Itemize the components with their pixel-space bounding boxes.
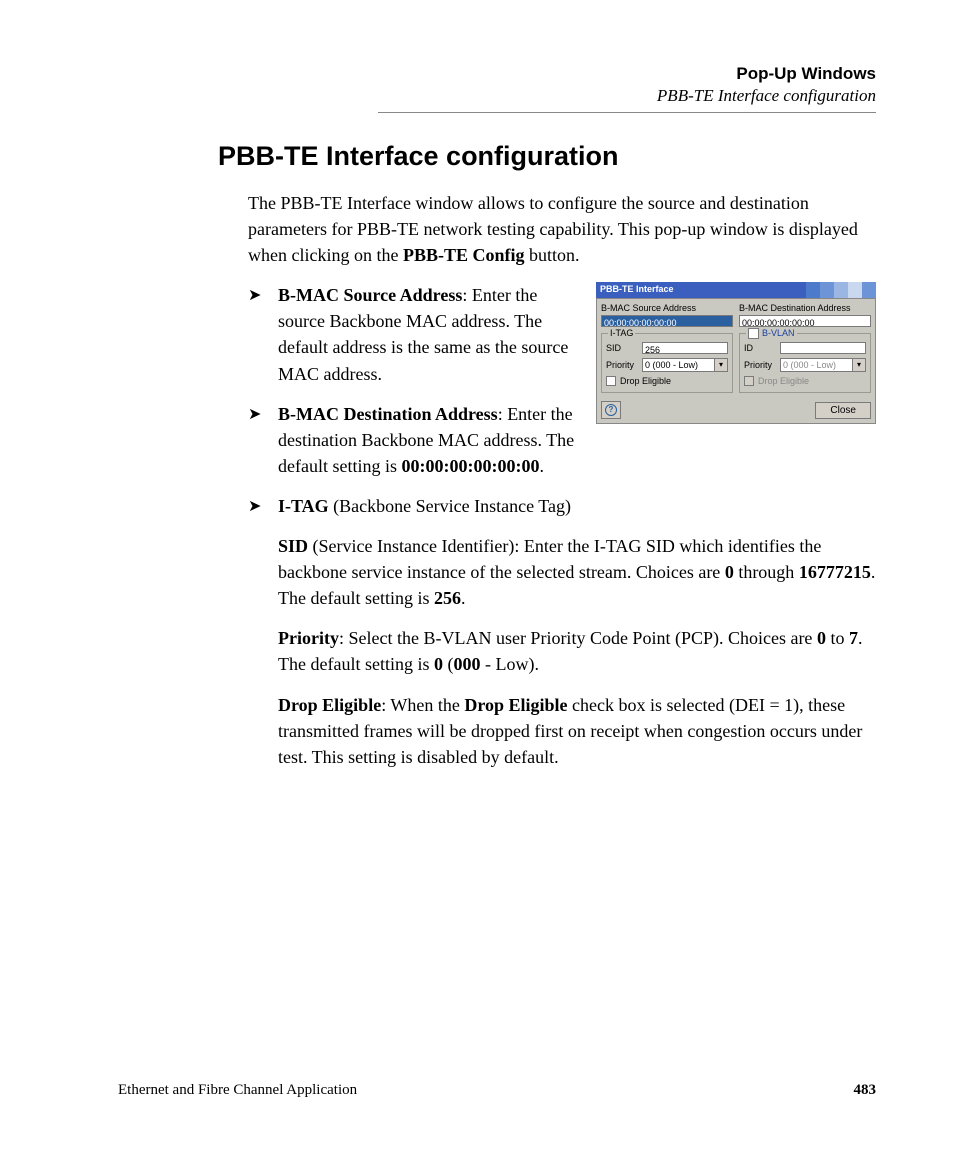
drop-eligible-paragraph: Drop Eligible: When the Drop Eligible ch… bbox=[278, 692, 876, 770]
itag-text: (Backbone Service Instance Tag) bbox=[329, 496, 571, 516]
sid-paragraph: SID (Service Instance Identifier): Enter… bbox=[278, 533, 876, 611]
header-section: PBB-TE Interface configuration bbox=[378, 86, 876, 106]
itag-label: I-TAG bbox=[278, 496, 329, 516]
bullet-bmac-dest: B-MAC Destination Address: Enter the des… bbox=[248, 401, 876, 479]
bmac-source-label: B-MAC Source Address bbox=[278, 285, 462, 305]
bmac-dest-label: B-MAC Destination Address bbox=[278, 404, 498, 424]
header-chapter: Pop-Up Windows bbox=[378, 64, 876, 84]
priority-paragraph: Priority: Select the B-VLAN user Priorit… bbox=[278, 625, 876, 677]
drop-eligible-term: Drop Eligible bbox=[278, 695, 381, 715]
sid-term: SID bbox=[278, 536, 308, 556]
intro-text-3: button. bbox=[525, 245, 580, 265]
intro-paragraph: The PBB-TE Interface window allows to co… bbox=[248, 190, 876, 268]
bmac-dest-default: 00:00:00:00:00:00 bbox=[401, 456, 539, 476]
footer-book-title: Ethernet and Fibre Channel Application bbox=[118, 1082, 357, 1099]
bullet-itag: I-TAG (Backbone Service Instance Tag) bbox=[248, 493, 876, 519]
bmac-dest-tail: . bbox=[539, 456, 544, 476]
page-header: Pop-Up Windows PBB-TE Interface configur… bbox=[378, 64, 876, 113]
section-title: PBB-TE Interface configuration bbox=[218, 141, 876, 172]
intro-config-button-ref: PBB-TE Config bbox=[403, 245, 525, 265]
bullet-bmac-source: B-MAC Source Address: Enter the source B… bbox=[248, 282, 876, 386]
footer-page-number: 483 bbox=[854, 1082, 877, 1099]
priority-term: Priority bbox=[278, 628, 339, 648]
page-footer: Ethernet and Fibre Channel Application 4… bbox=[118, 1082, 876, 1099]
